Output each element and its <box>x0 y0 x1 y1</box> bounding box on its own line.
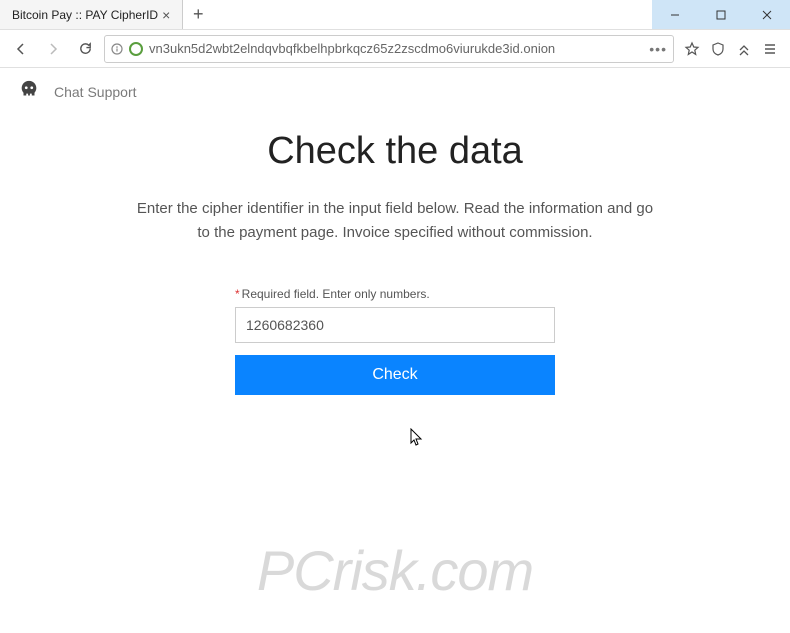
forward-button[interactable] <box>40 36 66 62</box>
page-actions-icon[interactable]: ••• <box>649 41 667 57</box>
check-button[interactable]: Check <box>235 355 555 395</box>
browser-tab[interactable]: Bitcoin Pay :: PAY CipherID × <box>0 0 183 29</box>
cipher-form: *Required field. Enter only numbers. Che… <box>235 287 555 395</box>
window-controls <box>652 0 790 29</box>
close-tab-icon[interactable]: × <box>158 7 174 23</box>
maximize-button[interactable] <box>698 0 744 29</box>
menu-icon[interactable] <box>762 41 778 57</box>
onion-site-icon <box>129 42 143 56</box>
minimize-button[interactable] <box>652 0 698 29</box>
bookmark-icon[interactable] <box>684 41 700 57</box>
info-icon[interactable] <box>111 43 123 55</box>
new-tab-button[interactable]: + <box>183 0 213 29</box>
url-input[interactable] <box>149 41 643 56</box>
reload-button[interactable] <box>72 36 98 62</box>
main-content: Check the data Enter the cipher identifi… <box>0 116 790 395</box>
shield-icon[interactable] <box>710 41 726 57</box>
page-title: Check the data <box>0 130 790 173</box>
back-button[interactable] <box>8 36 34 62</box>
page-header: Chat Support <box>0 68 790 116</box>
security-level-icon[interactable] <box>736 41 752 57</box>
tab-title: Bitcoin Pay :: PAY CipherID <box>12 8 158 22</box>
close-window-button[interactable] <box>744 0 790 29</box>
watermark: PCrisk.com <box>257 538 533 603</box>
page-description: Enter the cipher identifier in the input… <box>135 197 655 245</box>
cipher-id-input[interactable] <box>235 307 555 343</box>
required-field-label: *Required field. Enter only numbers. <box>235 287 555 301</box>
address-bar[interactable]: ••• <box>104 35 674 63</box>
cursor-icon <box>410 428 424 448</box>
browser-toolbar: ••• <box>0 30 790 68</box>
chat-support-link[interactable]: Chat Support <box>54 84 137 100</box>
skull-logo-icon <box>18 79 40 106</box>
titlebar: Bitcoin Pay :: PAY CipherID × + <box>0 0 790 30</box>
